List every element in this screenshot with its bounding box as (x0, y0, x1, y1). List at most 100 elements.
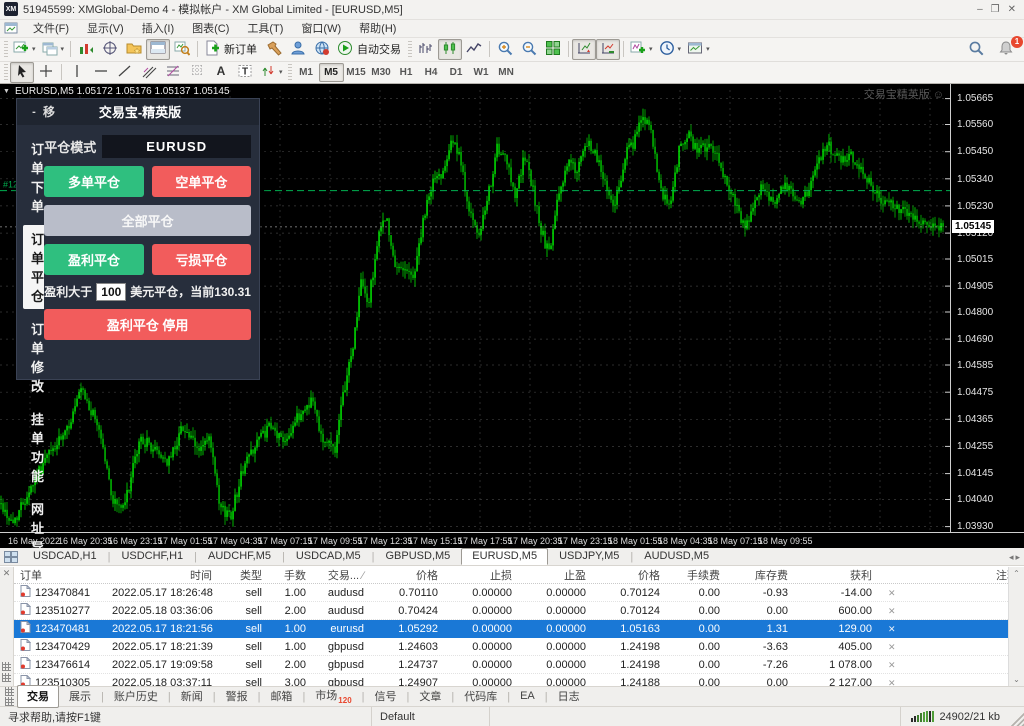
close-profit-button[interactable]: 盈利平仓 (44, 244, 143, 275)
channel-tool-button[interactable] (137, 62, 161, 83)
chart-tab-USDCAD-H1[interactable]: USDCAD,H1 (22, 548, 108, 565)
close-all-button[interactable]: 全部平仓 (44, 205, 251, 236)
timeframe-M15[interactable]: M15 (344, 63, 369, 82)
timeframe-M5[interactable]: M5 (319, 63, 344, 82)
minimize-button[interactable]: – (977, 4, 983, 15)
community-button[interactable] (286, 39, 310, 60)
menu-窗口[interactable]: 窗口(W) (292, 18, 350, 38)
mql5-button[interactable] (310, 39, 334, 60)
panel-minimize-button[interactable]: - (25, 106, 43, 118)
fibonacci-tool-button[interactable] (161, 62, 185, 83)
profit-threshold-input[interactable] (96, 283, 126, 301)
strategy-tester-button[interactable] (170, 39, 194, 60)
resize-grip[interactable] (1010, 707, 1024, 726)
order-row-123470481[interactable]: 1234704812022.05.17 18:21:56sell1.00euru… (14, 620, 1024, 638)
close-loss-button[interactable]: 亏损平仓 (152, 244, 251, 275)
arrows-tool-button[interactable]: ▾ (257, 62, 286, 83)
candlestick-chart-button[interactable] (438, 39, 462, 60)
trendline-tool-button[interactable] (113, 62, 137, 83)
timeframe-M1[interactable]: M1 (294, 63, 319, 82)
chart-tab-EURUSD-M5[interactable]: EURUSD,M5 (461, 548, 548, 565)
column-header-time[interactable]: 时间 (106, 567, 218, 583)
indicators-button[interactable]: ▾ (627, 39, 656, 60)
scroll-right-icon[interactable]: ▸ (1015, 552, 1020, 563)
column-header-symbol[interactable]: 交易... ∕ (312, 567, 370, 583)
column-header-comment[interactable]: 注释 (898, 567, 1024, 583)
status-template[interactable]: Default (372, 707, 490, 726)
line-chart-button[interactable] (462, 39, 486, 60)
navigator-button[interactable] (122, 39, 146, 60)
column-header-profit[interactable]: 获利 (794, 567, 878, 583)
chart-tab-GBPUSD-M5[interactable]: GBPUSD,M5 (375, 548, 462, 565)
bar-chart-button[interactable] (414, 39, 438, 60)
timeframe-W1[interactable]: W1 (469, 63, 494, 82)
terminal-scrollbar[interactable]: ⌃ ⌄ (1008, 567, 1024, 686)
maximize-button[interactable]: ❐ (991, 4, 1000, 15)
terminal-tab-EA[interactable]: EA (510, 687, 545, 706)
chart-tab-AUDUSD-M5[interactable]: AUDUSD,M5 (633, 548, 720, 565)
timeframe-MN[interactable]: MN (494, 63, 519, 82)
terminal-tab-文章[interactable]: 文章 (409, 685, 451, 708)
text-tool-button[interactable]: A (209, 62, 233, 83)
search-button[interactable] (964, 39, 988, 60)
menu-图表[interactable]: 图表(C) (183, 18, 238, 38)
menu-文件[interactable]: 文件(F) (24, 18, 78, 38)
panel-nav-网址导航[interactable]: 网址导航 (17, 495, 44, 548)
crosshair-tool-button[interactable] (34, 62, 58, 83)
close-position-icon[interactable]: ✕ (888, 678, 896, 687)
metaeditor-button[interactable] (262, 39, 286, 60)
menu-显示[interactable]: 显示(V) (78, 18, 133, 38)
terminal-tab-账户历史[interactable]: 账户历史 (104, 685, 168, 708)
terminal-tab-警报[interactable]: 警报 (216, 685, 258, 708)
close-position-icon[interactable]: ✕ (888, 588, 896, 598)
column-header-price2[interactable]: 价格 (592, 567, 666, 583)
order-row-123470429[interactable]: 1234704292022.05.17 18:21:39sell1.00gbpu… (14, 638, 1024, 656)
order-row-123510277[interactable]: 1235102772022.05.18 03:36:06sell2.00audu… (14, 602, 1024, 620)
panel-move-handle[interactable]: 移 (43, 103, 73, 120)
collapse-icon[interactable]: ▼ (3, 88, 10, 95)
close-short-button[interactable]: 空单平仓 (152, 166, 251, 197)
profiles-button[interactable]: ▾ (39, 39, 68, 60)
scroll-up-icon[interactable]: ⌃ (1013, 569, 1020, 578)
terminal-tab-代码库[interactable]: 代码库 (454, 685, 507, 708)
terminal-tab-市场[interactable]: 市场120 (305, 684, 361, 708)
terminal-tab-新闻[interactable]: 新闻 (171, 685, 213, 708)
autotrade-button[interactable]: 自动交易 (334, 39, 406, 60)
tile-windows-button[interactable] (541, 39, 565, 60)
order-row-123476614[interactable]: 1234766142022.05.17 19:09:58sell2.00gbpu… (14, 656, 1024, 674)
new-chart-button[interactable]: ▾ (10, 39, 39, 60)
close-position-icon[interactable]: ✕ (888, 606, 896, 616)
notifications-button[interactable]: 1 (994, 39, 1018, 60)
panel-nav-订单修改[interactable]: 订单修改 (17, 315, 44, 399)
menu-帮助[interactable]: 帮助(H) (350, 18, 405, 38)
column-header-sl[interactable]: 止损 (444, 567, 518, 583)
grid-tool-button[interactable] (185, 62, 209, 83)
profit-close-toggle-button[interactable]: 盈利平仓 停用 (44, 309, 251, 340)
terminal-button[interactable] (146, 39, 170, 60)
terminal-tab-日志[interactable]: 日志 (548, 685, 590, 708)
column-header-swap[interactable]: 库存费 (726, 567, 794, 583)
periods-button[interactable]: ▾ (656, 39, 685, 60)
zoom-in-button[interactable] (493, 39, 517, 60)
auto-scroll-button[interactable] (596, 39, 620, 60)
close-mode-symbol[interactable]: EURUSD (102, 135, 251, 158)
column-header-commission[interactable]: 手续费 (666, 567, 726, 583)
terminal-tab-展示[interactable]: 展示 (59, 685, 101, 708)
panel-nav-挂单功能[interactable]: 挂单功能 (17, 405, 44, 489)
close-position-icon[interactable]: ✕ (888, 642, 896, 652)
new-order-button[interactable]: 新订单 (201, 39, 262, 60)
chart-area[interactable]: #123470481 sell 1.00 ▼ EURUSD,M5 1.05172… (0, 84, 1024, 548)
trade-panel-titlebar[interactable]: - 移 交易宝-精英版 (17, 99, 259, 125)
close-position-icon[interactable]: ✕ (888, 624, 896, 634)
trade-assistant-panel[interactable]: - 移 交易宝-精英版 订单下单订单平仓订单修改挂单功能网址导航联系我们 平仓模… (16, 98, 260, 380)
menu-插入[interactable]: 插入(I) (133, 18, 183, 38)
panel-nav-订单下单[interactable]: 订单下单 (17, 135, 44, 219)
data-window-button[interactable] (98, 39, 122, 60)
column-header-tp[interactable]: 止盈 (518, 567, 592, 583)
chart-shift-button[interactable] (572, 39, 596, 60)
chart-tab-USDJPY-M5[interactable]: USDJPY,M5 (548, 548, 630, 565)
timeframe-H4[interactable]: H4 (419, 63, 444, 82)
close-position-icon[interactable]: ✕ (888, 660, 896, 670)
terminal-tab-邮箱[interactable]: 邮箱 (260, 685, 302, 708)
column-header-order[interactable]: 订单 (14, 567, 106, 583)
